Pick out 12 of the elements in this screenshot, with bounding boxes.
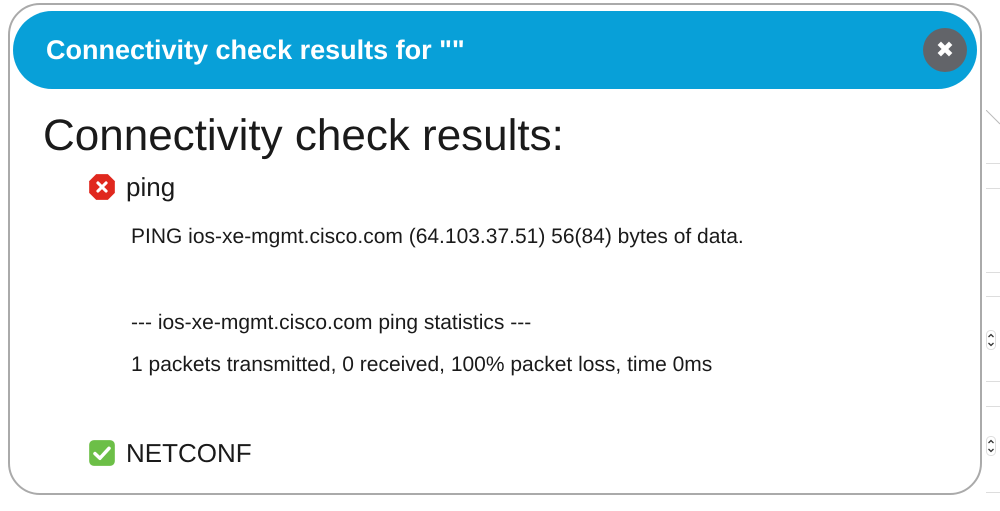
error-icon <box>88 173 116 201</box>
results-heading: Connectivity check results: <box>43 110 565 162</box>
checkmark-icon <box>88 439 116 467</box>
spinner-icon[interactable] <box>986 330 996 350</box>
check-name: NETCONF <box>126 438 252 468</box>
output-line: 1 packets transmitted, 0 received, 100% packet loss, time 0ms <box>131 352 714 378</box>
output-line: --- ios-xe-mgmt.cisco.com ping statistics --- <box>131 310 532 336</box>
close-button[interactable]: ✖ <box>923 28 967 72</box>
check-name: ping <box>126 172 176 202</box>
output-line: PING ios-xe-mgmt.cisco.com (64.103.37.51) 56(84) bytes of data. <box>131 224 745 250</box>
dialog-title: Connectivity check results for "" <box>46 34 465 66</box>
spinner-icon[interactable] <box>986 436 996 456</box>
